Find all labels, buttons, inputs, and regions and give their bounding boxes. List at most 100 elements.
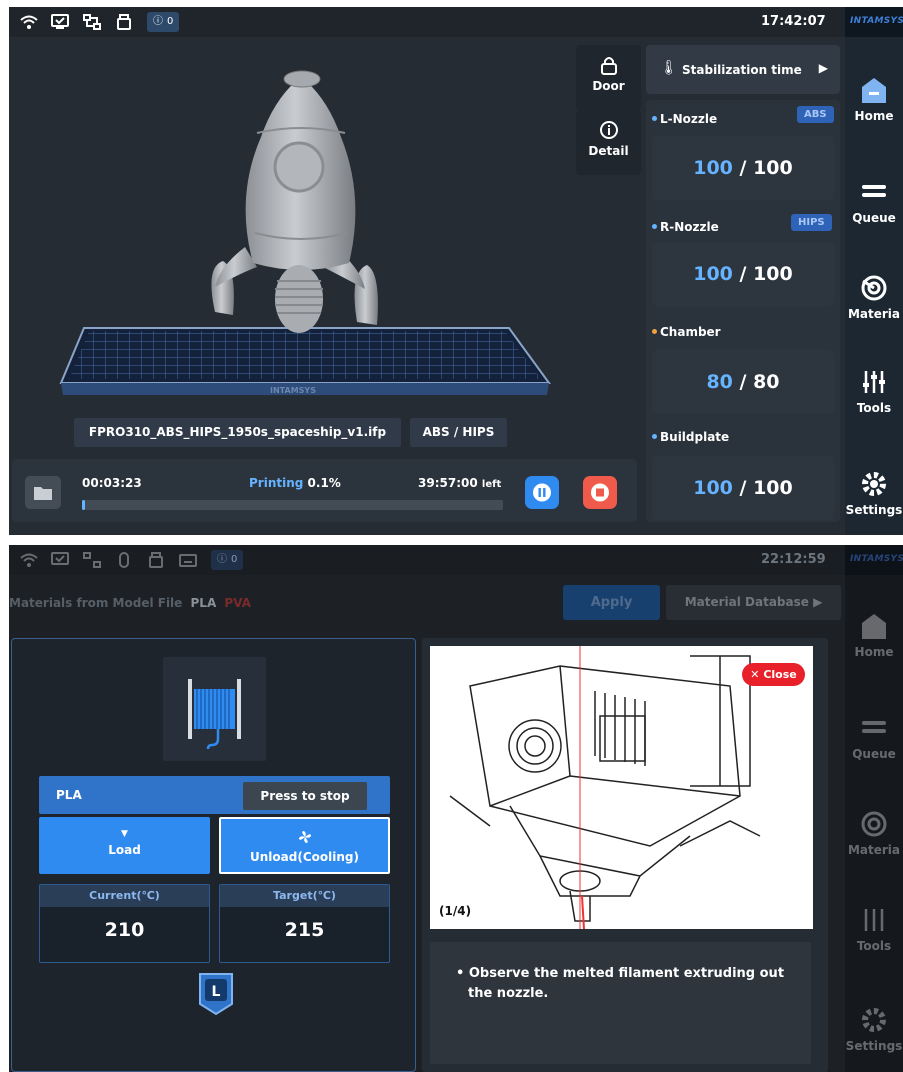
remaining-time: 39:57:00 left xyxy=(418,476,502,490)
target-temp-card[interactable]: Target(℃) 215 xyxy=(219,884,390,963)
alert-icon: ⓘ xyxy=(217,554,227,565)
stabilization-button[interactable]: 🌡︎ Stabilization time ▶ xyxy=(646,45,840,94)
home-icon xyxy=(862,614,886,639)
progress-bar xyxy=(82,500,503,510)
nav-settings[interactable]: Settings xyxy=(845,1005,903,1053)
l-nozzle-material-tag: ABS xyxy=(797,106,834,123)
tools-icon xyxy=(863,371,885,393)
pause-icon xyxy=(533,483,551,502)
material-load-screen: ⓘ 0 22:12:59 Materials from Model File PL… xyxy=(9,545,903,1072)
instruction-text-box: • Observe the melted filament extruding … xyxy=(430,942,811,1064)
file-name: FPRO310_ABS_HIPS_1950s_spaceship_v1.ifp xyxy=(74,418,401,447)
material-pla: PLA xyxy=(190,596,217,610)
apply-button[interactable]: Apply xyxy=(563,585,660,620)
lock-icon xyxy=(600,57,617,75)
monitor-icon xyxy=(51,14,69,30)
queue-icon xyxy=(862,185,886,197)
nav-tools[interactable]: Tools xyxy=(845,905,903,953)
folder-icon xyxy=(34,487,52,500)
wifi-icon xyxy=(20,14,38,30)
extruder-badge-label: L xyxy=(212,984,221,1000)
down-arrow-icon: ▼ xyxy=(121,829,128,839)
print-plate-preview: INTAMSYS xyxy=(59,70,551,395)
progress-panel: 00:03:23 Printing 0.1% 39:57:00 left xyxy=(12,459,637,522)
r-nozzle-label: R-Nozzle xyxy=(652,220,719,234)
nav-home[interactable]: Home xyxy=(845,75,903,123)
tools-icon xyxy=(864,909,884,931)
settings-icon xyxy=(862,472,886,496)
wifi-icon xyxy=(20,552,38,568)
usb-drive-icon xyxy=(147,552,165,568)
queue-icon xyxy=(862,721,886,733)
material-database-button[interactable]: Material Database ▶ xyxy=(666,585,841,620)
pause-button[interactable] xyxy=(525,476,559,509)
r-nozzle-material-tag: HIPS xyxy=(791,214,832,231)
extruder-badge: L xyxy=(198,972,234,1016)
l-nozzle-label: L-Nozzle xyxy=(652,112,717,126)
nav-queue[interactable]: Queue xyxy=(845,177,903,225)
model-viewport[interactable]: INTAMSYS xyxy=(9,37,569,425)
materials-from-file: Materials from Model File PLA PVA xyxy=(9,596,251,610)
step-indicator: (1/4) xyxy=(439,904,472,918)
printing-screen: ⓘ 0 17:42:07 INTAMSYS Door Detail 🌡︎ Sta… xyxy=(9,7,903,535)
material-icon xyxy=(861,811,887,837)
stabilization-label: Stabilization time xyxy=(682,63,802,77)
sidebar: INTAMSYS Home Queue Materia Tools Settin… xyxy=(845,545,903,1072)
nav-tools[interactable]: Tools xyxy=(845,367,903,415)
chevron-right-icon: ▶ xyxy=(818,61,828,75)
temps-panel: L-Nozzle ABS 100 / 100 R-Nozzle HIPS 100… xyxy=(646,100,840,522)
detail-button[interactable]: Detail xyxy=(576,110,641,175)
info-icon xyxy=(599,121,618,139)
load-panel: PLA Press to stop ▼ Load Unload(Cooling)… xyxy=(11,638,416,1072)
material-name: PLA xyxy=(56,788,82,802)
nozzle-diagram xyxy=(449,646,761,930)
home-icon xyxy=(862,78,886,103)
target-temp-value: 215 xyxy=(284,919,325,941)
door-label: Door xyxy=(592,79,625,93)
spool-icon xyxy=(188,679,241,750)
monitor-icon xyxy=(51,552,69,568)
thermometer-icon: 🌡︎ xyxy=(660,60,678,76)
network-icon xyxy=(83,14,101,30)
material-pva: PVA xyxy=(224,596,251,610)
nav-queue[interactable]: Queue xyxy=(845,713,903,761)
close-button[interactable]: ✕ Close xyxy=(742,663,805,686)
buildplate-temp[interactable]: 100 / 100 xyxy=(652,456,834,520)
r-nozzle-temp[interactable]: 100 / 100 xyxy=(652,242,834,306)
nav-material[interactable]: Materia xyxy=(845,809,903,857)
chamber-temp[interactable]: 80 / 80 xyxy=(652,350,834,414)
plate-brand: INTAMSYS xyxy=(270,386,316,395)
alert-badge[interactable]: ⓘ 0 xyxy=(147,12,180,32)
sidebar: INTAMSYS Home Queue Materia Tools Settin… xyxy=(845,7,903,535)
status-bar: ⓘ 0 22:12:59 xyxy=(9,545,845,575)
detail-label: Detail xyxy=(588,144,629,158)
spool-graphic xyxy=(163,657,266,761)
clock: 17:42:07 xyxy=(761,14,826,29)
stop-button[interactable] xyxy=(583,476,617,509)
network-icon xyxy=(83,552,101,568)
nav-settings[interactable]: Settings xyxy=(845,469,903,517)
materials-label: ABS / HIPS xyxy=(410,418,507,447)
usb-drive-icon xyxy=(115,14,133,30)
progress-fill xyxy=(82,500,86,510)
load-button[interactable]: ▼ Load xyxy=(39,817,210,874)
settings-icon xyxy=(862,1008,886,1032)
nav-home[interactable]: Home xyxy=(845,611,903,659)
l-nozzle-temp[interactable]: 100 / 100 xyxy=(652,136,834,200)
folder-button[interactable] xyxy=(25,476,61,509)
current-temp-value: 210 xyxy=(104,919,145,941)
instruction-text: • Observe the melted filament extruding … xyxy=(456,966,785,1001)
alert-badge[interactable]: ⓘ 0 xyxy=(211,550,244,570)
current-temp-card: Current(℃) 210 xyxy=(39,884,210,963)
press-to-stop-tooltip: Press to stop xyxy=(243,782,367,810)
fan-icon xyxy=(298,831,311,843)
instruction-image: ✕ Close (1/4) xyxy=(430,646,813,930)
door-button[interactable]: Door xyxy=(576,45,641,110)
stop-icon xyxy=(591,483,609,502)
nav-material[interactable]: Materia xyxy=(845,273,903,321)
close-icon: ✕ xyxy=(750,668,760,681)
elapsed-time: 00:03:23 xyxy=(82,476,142,490)
clock: 22:12:59 xyxy=(761,552,826,567)
unload-button[interactable]: Unload(Cooling) xyxy=(219,817,390,874)
keyboard-icon xyxy=(179,552,197,568)
